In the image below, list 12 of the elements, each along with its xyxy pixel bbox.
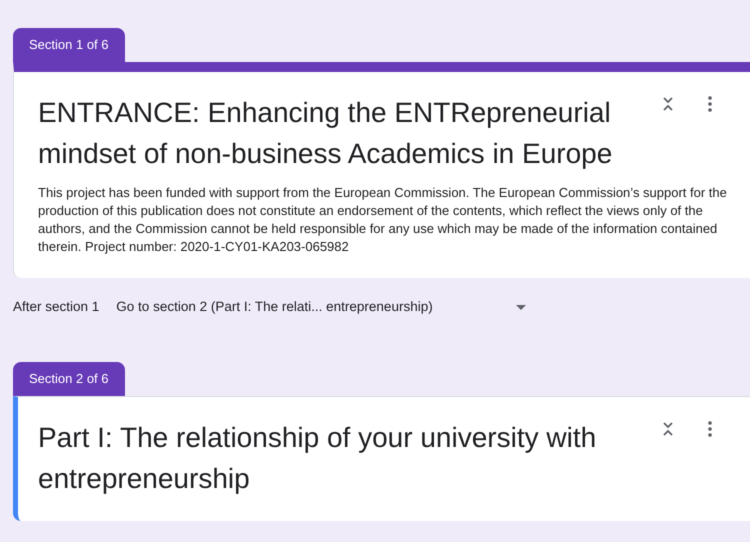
more-options-icon[interactable] [708,421,712,437]
section-title: ENTRANCE: Enhancing the ENTRepreneurial mindset of non-business Academics in Europe [38,96,614,171]
section-description: This project has been funded with support from the European Commission. The European Commission’s support for the production of this publication does not constitute an endorsement of the contents, which reflect the views only of the authors, and the Commission cannot be held responsible for any use which may be made of the information contained therein. Project number: 2020-1-CY01-KA203-065982 [38,184,728,256]
next-section-dropdown[interactable]: Go to section 2 (Part I: The relati... entrepreneurship) [116,296,526,318]
collapse-icon[interactable] [662,96,674,112]
collapse-icon[interactable] [662,421,674,437]
section-title: Part I: The relationship of your university with entrepreneurship [38,421,598,496]
dropdown-arrow-icon [516,304,526,310]
section-card[interactable]: Part I: The relationship of your university with entrepreneurship [13,396,750,521]
more-options-icon[interactable] [708,96,712,112]
after-section-label: After section 1 [13,298,100,316]
section-card[interactable] [13,62,750,278]
